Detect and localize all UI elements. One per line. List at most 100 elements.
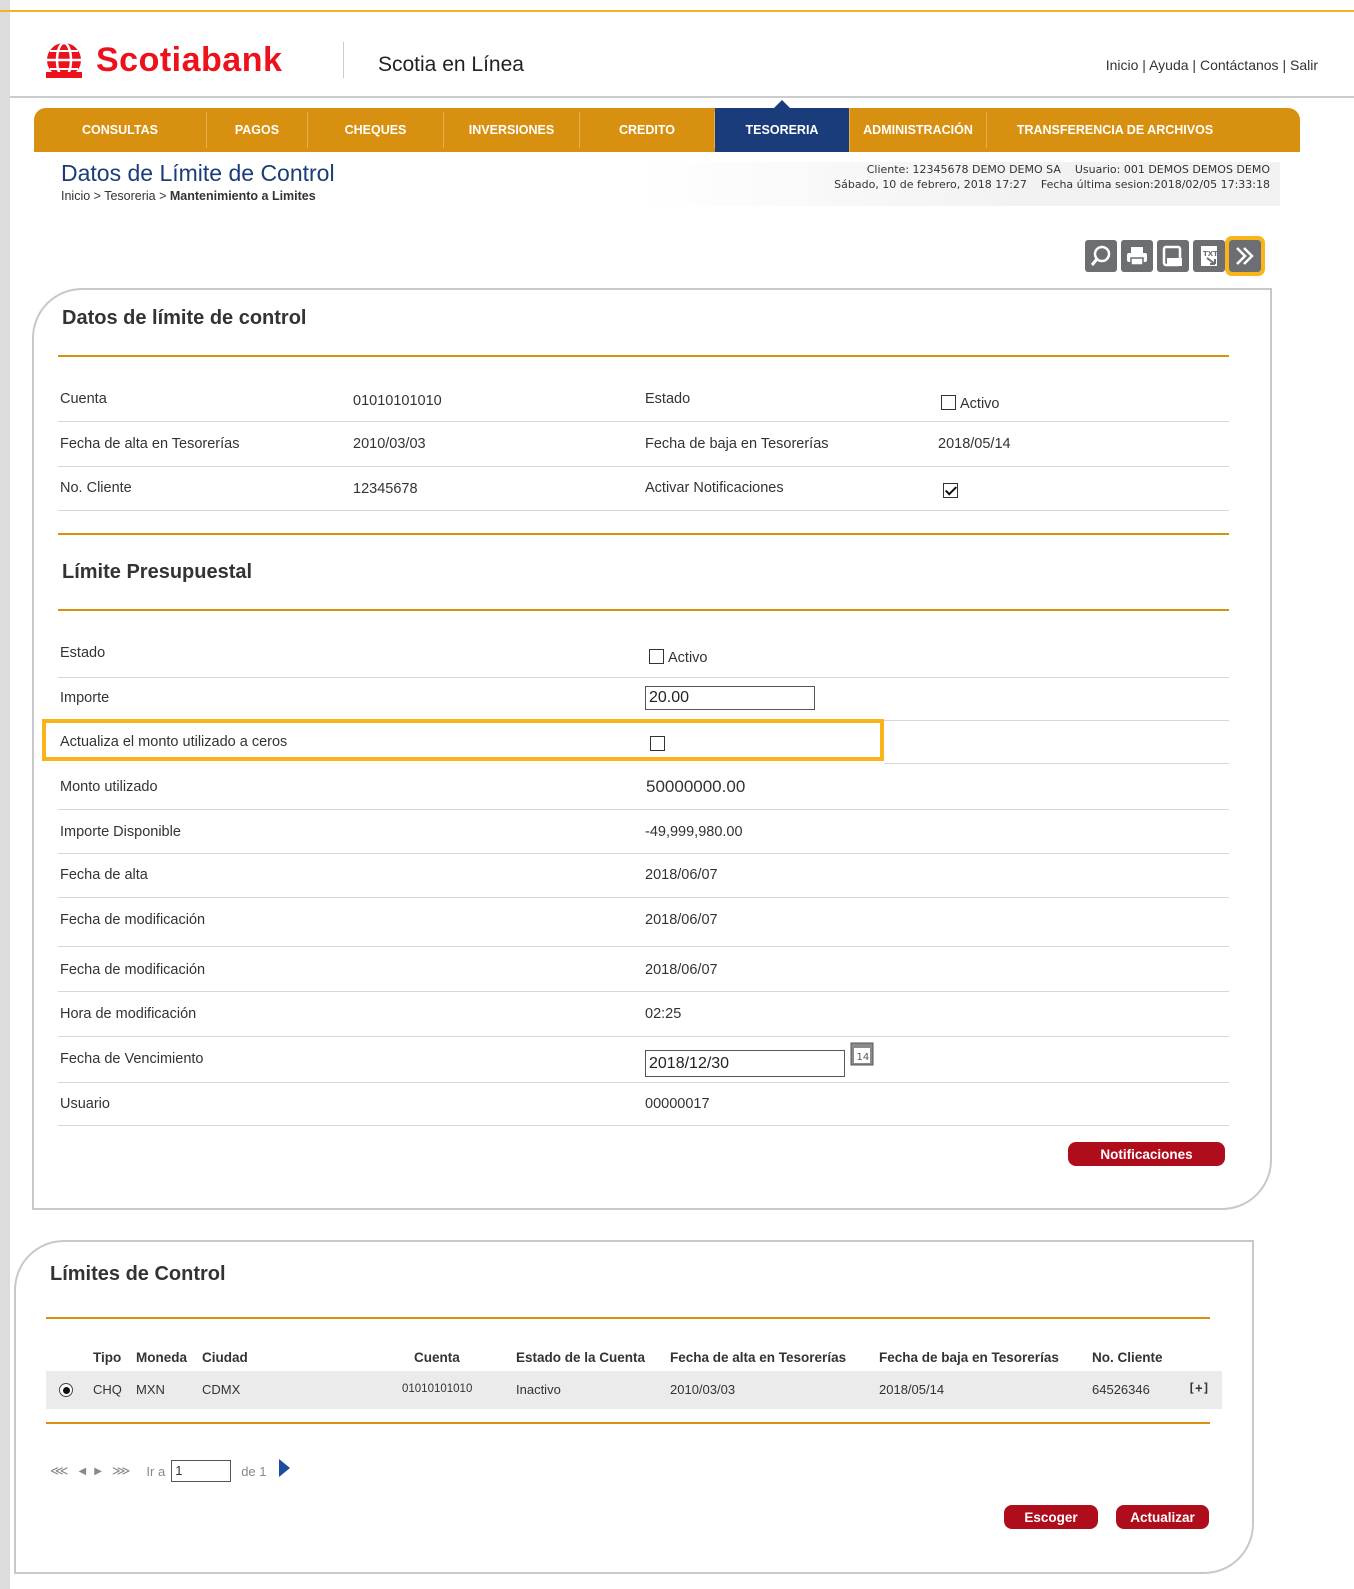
estado-activo-checkbox[interactable] bbox=[941, 395, 956, 410]
col-fecha-baja: Fecha de baja en Tesorerías bbox=[879, 1350, 1059, 1365]
nav-tesoreria[interactable]: TESORERIA bbox=[715, 100, 850, 152]
actualizar-button[interactable]: Actualizar bbox=[1116, 1505, 1209, 1529]
cell-no-cliente: 64526346 bbox=[1092, 1382, 1150, 1397]
row-divider bbox=[58, 677, 1229, 678]
session-date-line: Sábado, 10 de febrero, 2018 17:27 Fecha … bbox=[834, 178, 1270, 191]
row-divider bbox=[58, 1082, 1229, 1083]
importe-input[interactable]: 20.00 bbox=[645, 686, 815, 710]
monto-utilizado-value: 50000000.00 bbox=[646, 777, 746, 796]
gold-divider bbox=[46, 1422, 1210, 1424]
print-button[interactable] bbox=[1121, 240, 1153, 272]
save-icon bbox=[1162, 245, 1182, 267]
save-button[interactable] bbox=[1157, 240, 1189, 272]
cell-moneda: MXN bbox=[136, 1382, 165, 1397]
nav-administracion[interactable]: ADMINISTRACIÓN bbox=[850, 112, 987, 148]
escoger-button[interactable]: Escoger bbox=[1004, 1505, 1098, 1529]
scotiabank-logo[interactable]: Scotiabank bbox=[44, 40, 282, 80]
fecha-vencimiento-label: Fecha de Vencimiento bbox=[60, 1051, 204, 1067]
row-divider bbox=[58, 1125, 1229, 1126]
gold-divider bbox=[58, 533, 1229, 535]
nav-transferencia-archivos[interactable]: TRANSFERENCIA DE ARCHIVOS bbox=[987, 112, 1243, 148]
presupuestal-estado-field: Activo bbox=[649, 647, 708, 666]
action-toolbar: TXT bbox=[1085, 236, 1265, 276]
ir-a-label: Ir a bbox=[146, 1463, 166, 1479]
search-icon bbox=[1090, 245, 1111, 266]
export-txt-button[interactable]: TXT bbox=[1193, 240, 1225, 272]
prev-page-icon[interactable]: ◀ bbox=[79, 1466, 87, 1477]
breadcrumb-path[interactable]: Inicio > Tesoreria > bbox=[61, 189, 170, 203]
last-page-icon[interactable]: ⋙ bbox=[112, 1463, 131, 1479]
row-divider bbox=[58, 946, 1229, 947]
row-divider bbox=[58, 421, 1229, 422]
row-divider bbox=[58, 510, 1229, 511]
pager: ⋘ ◀ ▶ ⋙ Ir a 1 de 1 bbox=[50, 1459, 290, 1482]
page-title: Datos de Límite de Control bbox=[61, 160, 335, 186]
no-cliente-label: No. Cliente bbox=[60, 480, 132, 496]
nav-consultas[interactable]: CONSULTAS bbox=[34, 112, 207, 148]
usuario-label: Usuario bbox=[60, 1096, 110, 1112]
fecha-alta-tesorerias-label: Fecha de alta en Tesorerías bbox=[60, 436, 240, 452]
row-divider bbox=[58, 853, 1229, 854]
cell-ciudad: CDMX bbox=[202, 1382, 241, 1397]
row-divider bbox=[884, 763, 1229, 764]
next-button[interactable] bbox=[1225, 236, 1265, 276]
expand-row-button[interactable]: [+] bbox=[1188, 1381, 1210, 1395]
next-icon bbox=[1236, 247, 1254, 265]
presupuestal-activo-checkbox[interactable] bbox=[649, 649, 664, 664]
next-page-icon[interactable]: ▶ bbox=[94, 1466, 102, 1477]
svg-text:14: 14 bbox=[857, 1052, 870, 1063]
search-button[interactable] bbox=[1085, 240, 1117, 272]
page-input[interactable]: 1 bbox=[171, 1460, 232, 1482]
link-contactanos[interactable]: Contáctanos bbox=[1200, 57, 1279, 73]
fecha-modificacion-label: Fecha de modificación bbox=[60, 912, 206, 928]
col-tipo: Tipo bbox=[93, 1350, 122, 1365]
app-name: Scotia en Línea bbox=[378, 53, 524, 76]
radio-selected-dot bbox=[62, 1386, 70, 1394]
activar-notificaciones-checkbox[interactable] bbox=[943, 483, 958, 499]
session-client-line: Cliente: 12345678 DEMO DEMO SA Usuario: … bbox=[866, 163, 1270, 176]
cuenta-value: 01010101010 bbox=[353, 393, 442, 409]
usuario-value: 00000017 bbox=[645, 1096, 710, 1112]
col-cuenta: Cuenta bbox=[414, 1350, 460, 1365]
nav-cheques[interactable]: CHEQUES bbox=[308, 112, 444, 148]
gold-divider bbox=[58, 355, 1229, 357]
limites-section-title: Límites de Control bbox=[50, 1263, 226, 1285]
col-estado-cuenta: Estado de la Cuenta bbox=[516, 1350, 646, 1365]
link-inicio[interactable]: Inicio bbox=[1106, 57, 1139, 73]
go-page-arrow-icon[interactable] bbox=[278, 1459, 290, 1477]
row-divider bbox=[58, 991, 1229, 992]
hora-modificacion-label: Hora de modificación bbox=[60, 1006, 197, 1022]
cell-cuenta: 01010101010 bbox=[402, 1383, 473, 1395]
fecha-baja-tesorerias-value: 2018/05/14 bbox=[938, 436, 1011, 452]
nav-inversiones[interactable]: INVERSIONES bbox=[444, 112, 580, 148]
cell-estado: Inactivo bbox=[516, 1382, 561, 1397]
calendar-icon: 14 bbox=[850, 1042, 874, 1066]
cuenta-label: Cuenta bbox=[60, 391, 107, 407]
brand-name: Scotiabank bbox=[96, 40, 283, 79]
first-page-icon[interactable]: ⋘ bbox=[50, 1463, 69, 1479]
link-ayuda[interactable]: Ayuda bbox=[1149, 57, 1188, 73]
activar-notificaciones-field bbox=[943, 482, 958, 500]
left-border bbox=[0, 0, 10, 1589]
row-divider bbox=[58, 466, 1229, 467]
gold-divider bbox=[58, 609, 1229, 611]
presupuestal-activo-label: Activo bbox=[668, 650, 708, 666]
nav-credito[interactable]: CREDITO bbox=[580, 112, 715, 148]
importe-disponible-label: Importe Disponible bbox=[60, 824, 181, 840]
fecha-vencimiento-input[interactable]: 2018/12/30 bbox=[645, 1050, 845, 1077]
estado-activo-label: Activo bbox=[960, 396, 1000, 412]
page-total: de 1 bbox=[241, 1463, 267, 1479]
fecha-alta-value: 2018/06/07 bbox=[645, 867, 718, 883]
importe-label: Importe bbox=[60, 690, 110, 706]
session-info: Cliente: 12345678 DEMO DEMO SA Usuario: … bbox=[640, 162, 1280, 206]
col-moneda: Moneda bbox=[136, 1350, 188, 1365]
fecha-modificacion-2-label: Fecha de modificación bbox=[60, 962, 206, 978]
header-divider bbox=[10, 96, 1354, 98]
print-icon bbox=[1127, 247, 1147, 266]
notificaciones-button[interactable]: Notificaciones bbox=[1068, 1142, 1225, 1166]
row-radio-button[interactable] bbox=[59, 1383, 73, 1397]
nav-pagos[interactable]: PAGOS bbox=[207, 112, 308, 148]
no-cliente-value: 12345678 bbox=[353, 481, 418, 497]
calendar-button[interactable]: 14 bbox=[850, 1042, 874, 1066]
link-salir[interactable]: Salir bbox=[1290, 57, 1318, 73]
